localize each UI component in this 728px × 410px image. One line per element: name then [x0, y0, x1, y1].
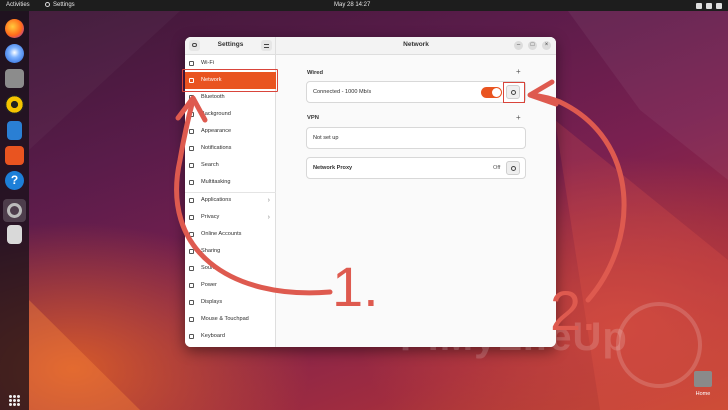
sidebar-item-background[interactable]: Background: [185, 106, 276, 123]
keyboard-icon: [189, 334, 194, 339]
sidebar-item-label: Displays: [201, 299, 223, 305]
sidebar-item-label: Online Accounts: [201, 231, 242, 237]
app-menu-label: Settings: [53, 2, 75, 8]
sidebar-item-search[interactable]: Search: [185, 157, 276, 174]
clock[interactable]: May 28 14:27: [334, 0, 370, 11]
wired-status: Connected - 1000 Mb/s: [313, 89, 372, 95]
sidebar-item-label: Appearance: [201, 128, 232, 134]
chevron-right-icon: ›: [267, 197, 270, 204]
sidebar-item-multitasking[interactable]: Multitasking: [185, 174, 276, 191]
firefox-icon[interactable]: [5, 19, 24, 38]
rhythmbox-icon[interactable]: [5, 95, 24, 114]
app-grid-icon[interactable]: [9, 395, 20, 406]
home-folder[interactable]: Home: [690, 371, 716, 399]
home-label: Home: [695, 391, 711, 397]
bell-icon: [189, 146, 194, 151]
gear-icon: [510, 165, 516, 171]
displays-icon: [189, 300, 194, 305]
toggle-knob: [492, 88, 501, 97]
sharing-icon: [189, 249, 194, 254]
sidebar-item-label: Search: [201, 162, 219, 168]
sidebar-header: Settings: [185, 37, 275, 55]
gear-highlight: [503, 82, 525, 103]
background-icon: [189, 112, 194, 117]
vpn-row: Not set up: [306, 127, 526, 149]
wired-toggle[interactable]: [481, 87, 502, 98]
sidebar-item-label: Power: [201, 282, 217, 288]
app-menu[interactable]: Settings: [45, 0, 75, 11]
sidebar-item-notifications[interactable]: Notifications: [185, 140, 276, 157]
wired-section-label: Wired: [307, 70, 324, 76]
settings-gear-icon: [45, 2, 50, 7]
wifi-icon: [189, 61, 194, 66]
sidebar-item-privacy[interactable]: Privacy ›: [185, 209, 276, 226]
sound-icon: [189, 266, 194, 271]
folder-icon: [694, 371, 712, 387]
minimize-button[interactable]: –: [514, 41, 523, 50]
appearance-icon: [189, 129, 194, 134]
power-tray-icon: [716, 2, 722, 9]
add-vpn-button[interactable]: +: [516, 113, 521, 122]
sidebar-item-displays[interactable]: Displays: [185, 294, 276, 311]
software-icon[interactable]: [5, 146, 24, 165]
sidebar-item-label: Background: [201, 111, 231, 117]
online-accounts-icon: [189, 232, 194, 237]
sidebar-item-label: Notifications: [201, 145, 232, 151]
top-bar: Activities Settings May 28 14:27: [0, 0, 728, 11]
sidebar-item-label: Privacy: [201, 214, 220, 220]
privacy-icon: [189, 215, 194, 220]
proxy-settings-button[interactable]: [506, 161, 520, 175]
sidebar-item-power[interactable]: Power: [185, 277, 276, 294]
network-proxy-row[interactable]: Network Proxy Off: [306, 157, 526, 179]
vpn-section-label: VPN: [307, 115, 319, 121]
help-icon[interactable]: ?: [5, 171, 24, 190]
network-highlight: [182, 69, 278, 92]
vpn-status: Not set up: [313, 135, 339, 141]
sidebar-item-keyboard[interactable]: Keyboard: [185, 328, 276, 345]
add-wired-button[interactable]: +: [516, 67, 521, 76]
files-icon[interactable]: [5, 69, 24, 88]
sidebar-item-label: Sound: [201, 265, 218, 271]
sidebar-item-mouse-touchpad[interactable]: Mouse & Touchpad: [185, 311, 276, 328]
bluetooth-icon: [189, 95, 194, 100]
applications-icon: [189, 198, 194, 203]
close-button[interactable]: ×: [542, 41, 551, 50]
writer-icon[interactable]: [7, 121, 22, 140]
sidebar-item-sharing[interactable]: Sharing: [185, 243, 276, 260]
power-icon: [189, 283, 194, 288]
thunderbird-icon[interactable]: [5, 44, 24, 63]
sidebar-item-sound[interactable]: Sound: [185, 260, 276, 277]
maximize-button[interactable]: □: [528, 41, 537, 50]
sidebar-item-label: Sharing: [201, 248, 221, 254]
settings-icon[interactable]: [3, 199, 26, 222]
sidebar-item-label: Keyboard: [201, 333, 225, 339]
watermark: PiMyLifeUp: [400, 315, 628, 359]
system-tray[interactable]: [696, 0, 722, 9]
volume-tray-icon: [706, 2, 712, 9]
multitasking-icon: [189, 180, 194, 185]
network-tray-icon: [696, 2, 702, 9]
chevron-right-icon: ›: [267, 214, 270, 221]
sidebar-item-applications[interactable]: Applications ›: [185, 192, 276, 209]
search-icon: [189, 163, 194, 168]
menu-button[interactable]: [261, 40, 272, 51]
sidebar-item-online-accounts[interactable]: Online Accounts: [185, 226, 276, 243]
sidebar-item-label: Applications: [201, 197, 232, 203]
proxy-state: Off: [493, 165, 501, 171]
sidebar-item-appearance[interactable]: Appearance: [185, 123, 276, 140]
activities-button[interactable]: Activities: [6, 0, 30, 11]
mouse-icon: [189, 317, 194, 322]
sidebar-item-label: Multitasking: [201, 179, 231, 185]
network-proxy-label: Network Proxy: [313, 165, 353, 171]
dock: ?: [0, 11, 29, 410]
trash-icon[interactable]: [7, 225, 22, 244]
wired-connection-row: Connected - 1000 Mb/s: [306, 81, 526, 103]
main-header: Network – □ ×: [276, 37, 556, 55]
sidebar-item-label: Mouse & Touchpad: [201, 316, 249, 322]
hamburger-icon: [264, 43, 269, 48]
